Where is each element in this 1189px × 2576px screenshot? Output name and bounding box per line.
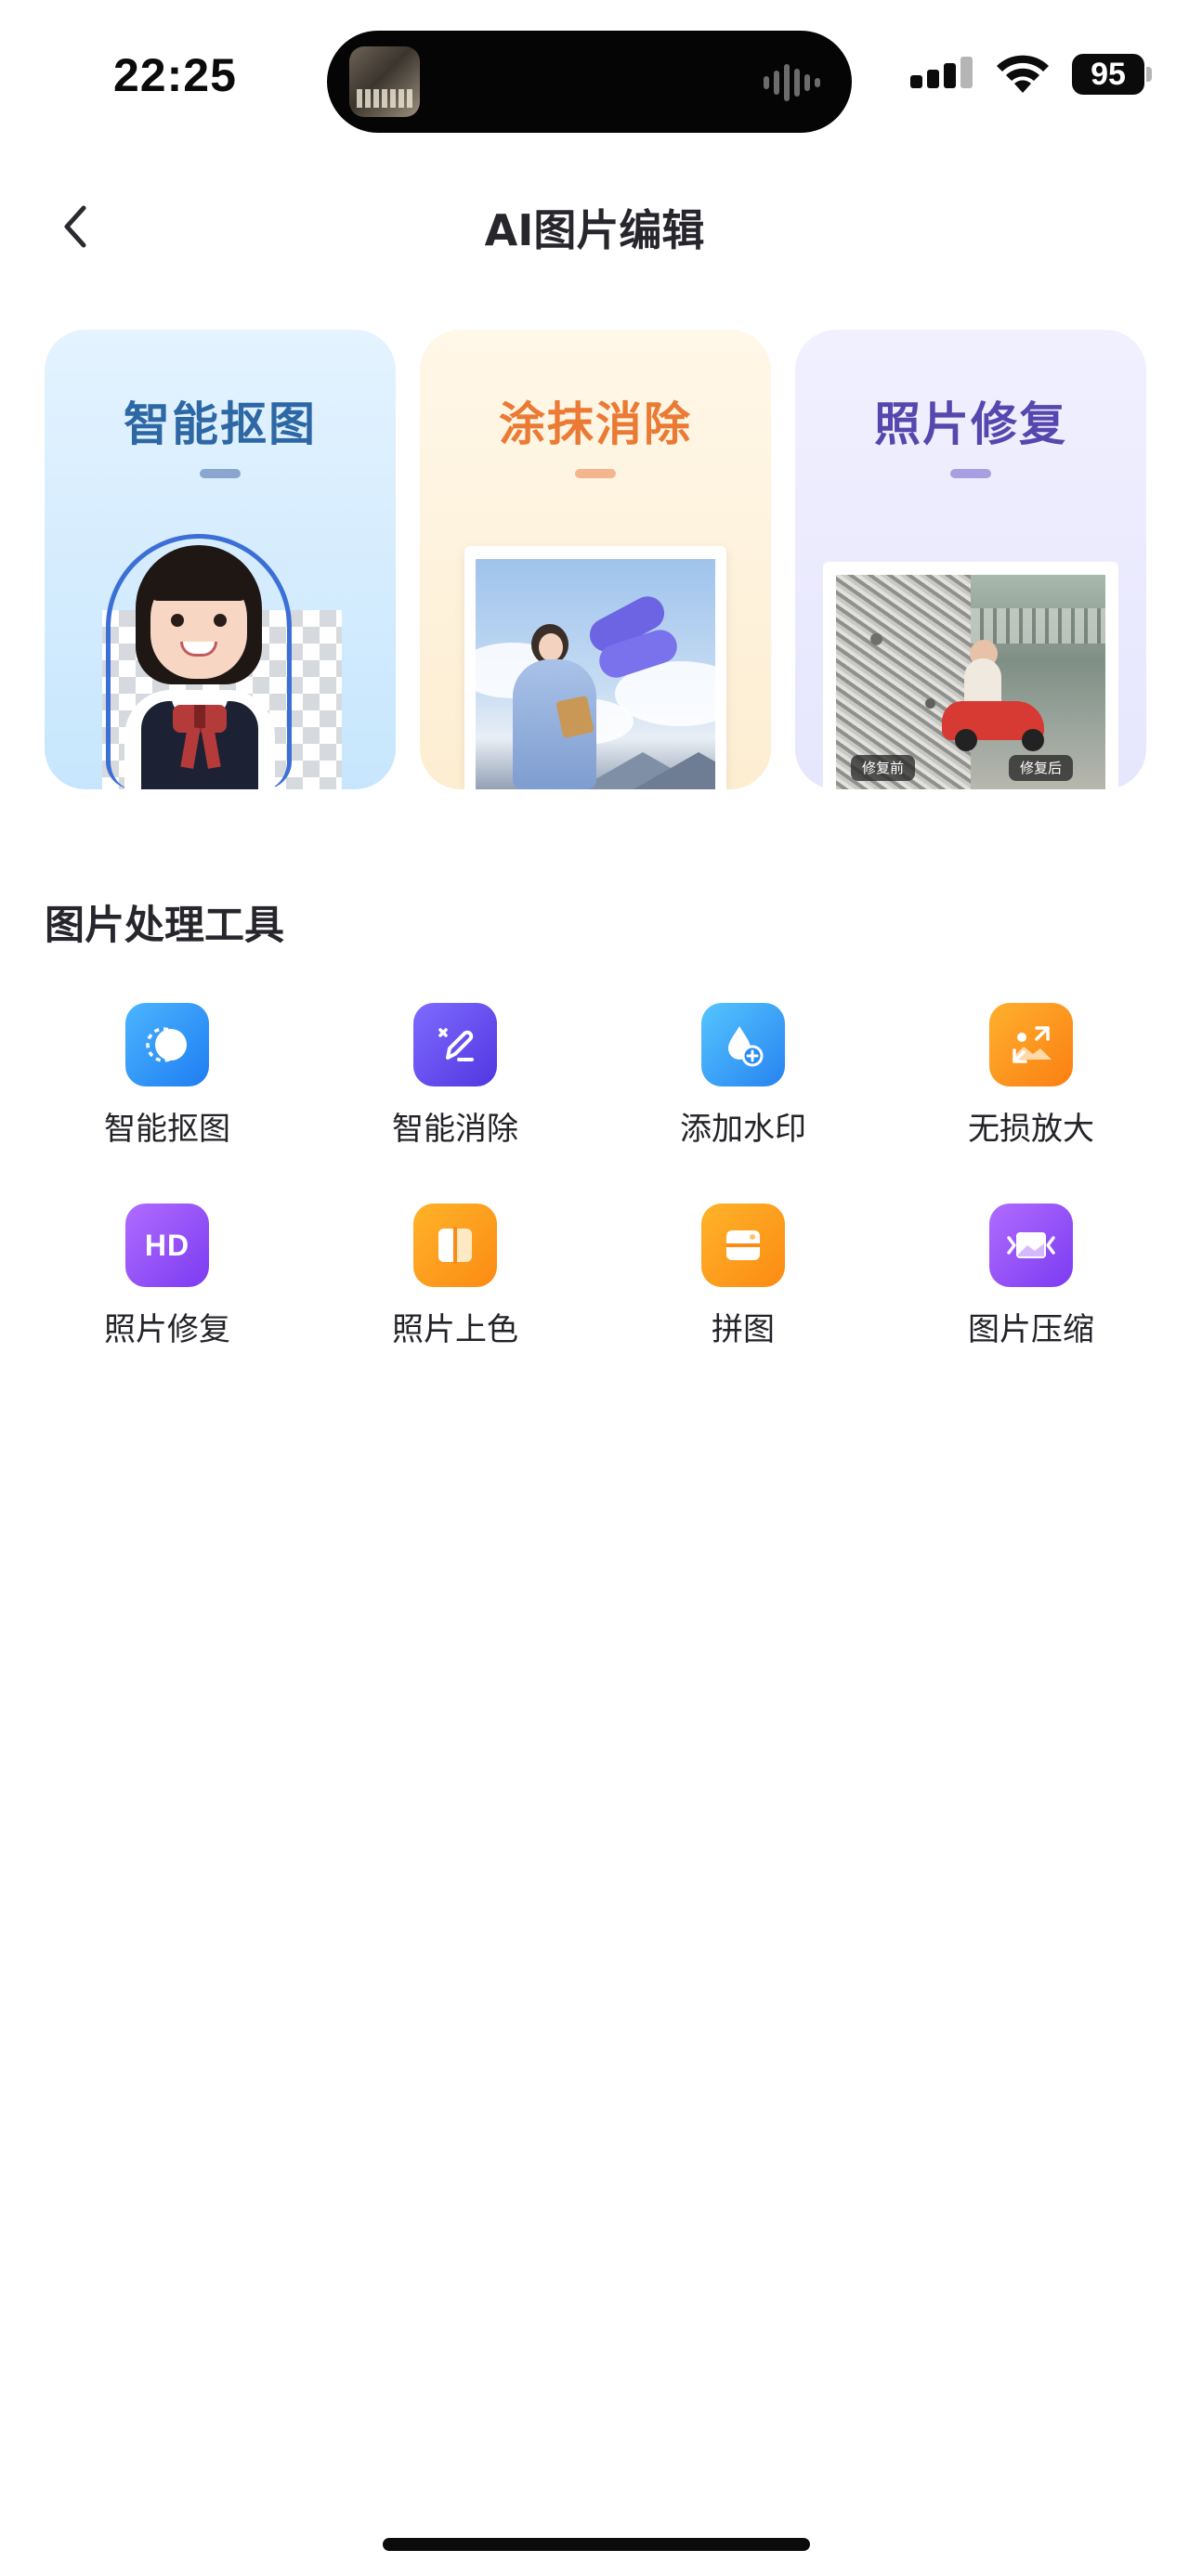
- restore-preview-image: 修复前 修复后: [823, 562, 1118, 789]
- eraser-pen-icon: [413, 1003, 497, 1086]
- collage-icon: [701, 1203, 785, 1287]
- title-underline: [575, 469, 616, 478]
- feature-cards: 智能抠图 涂抹消除 照片修复 修复前 修复后: [45, 330, 1146, 789]
- tool-label: 添加水印: [680, 1111, 806, 1148]
- page-title: AI图片编辑: [484, 205, 705, 255]
- tool-label: 图片压缩: [968, 1311, 1094, 1348]
- feature-card-cutout[interactable]: 智能抠图: [45, 330, 396, 789]
- feature-card-title: 涂抹消除: [499, 397, 692, 451]
- erase-preview-image: [464, 546, 726, 789]
- feature-card-photo-restore[interactable]: 照片修复 修复前 修复后: [795, 330, 1146, 789]
- now-playing-artwork: [349, 46, 420, 117]
- tool-photo-colorize[interactable]: 照片上色: [353, 1203, 557, 1371]
- section-title: 图片处理工具: [45, 903, 284, 949]
- after-tag: 修复后: [1009, 755, 1074, 781]
- feature-card-smear-erase[interactable]: 涂抹消除: [420, 330, 771, 789]
- tool-label: 智能抠图: [104, 1111, 230, 1148]
- tool-label: 照片修复: [104, 1311, 230, 1348]
- feature-card-title: 智能抠图: [124, 397, 317, 451]
- before-tag: 修复前: [851, 755, 916, 781]
- watermark-drop-icon: [701, 1003, 785, 1086]
- title-underline: [950, 469, 991, 478]
- tool-collage[interactable]: 拼图: [641, 1203, 845, 1371]
- battery-icon: 95: [1072, 54, 1152, 95]
- title-underline: [200, 469, 241, 478]
- compress-image-icon: [989, 1203, 1073, 1287]
- nav-header: AI图片编辑: [0, 176, 1189, 279]
- status-time: 22:25: [113, 49, 237, 101]
- tool-label: 无损放大: [968, 1111, 1094, 1148]
- wifi-icon: [997, 55, 1049, 93]
- tool-image-compress[interactable]: 图片压缩: [929, 1203, 1133, 1371]
- feature-card-title: 照片修复: [874, 397, 1067, 451]
- cutout-icon: [125, 1003, 209, 1086]
- tool-lossless-enlarge[interactable]: 无损放大: [929, 1003, 1133, 1170]
- cellular-signal-icon: [910, 57, 973, 92]
- hd-icon: HD: [125, 1203, 209, 1287]
- tool-label: 拼图: [712, 1311, 775, 1348]
- tool-smart-cutout[interactable]: 智能抠图: [65, 1003, 269, 1170]
- status-bar: 22:25 95: [0, 0, 1189, 139]
- audio-waveform-icon: [764, 61, 820, 104]
- home-indicator[interactable]: [383, 2538, 810, 2551]
- tool-photo-restore[interactable]: HD 照片修复: [65, 1203, 269, 1371]
- tool-label: 智能消除: [392, 1111, 518, 1148]
- colorize-icon: [413, 1203, 497, 1287]
- battery-level: 95: [1072, 54, 1144, 95]
- tool-smart-erase[interactable]: 智能消除: [353, 1003, 557, 1170]
- status-indicators: 95: [910, 54, 1152, 95]
- tool-add-watermark[interactable]: 添加水印: [641, 1003, 845, 1170]
- dynamic-island[interactable]: [327, 31, 852, 133]
- tool-label: 照片上色: [392, 1311, 518, 1348]
- enlarge-image-icon: [989, 1003, 1073, 1086]
